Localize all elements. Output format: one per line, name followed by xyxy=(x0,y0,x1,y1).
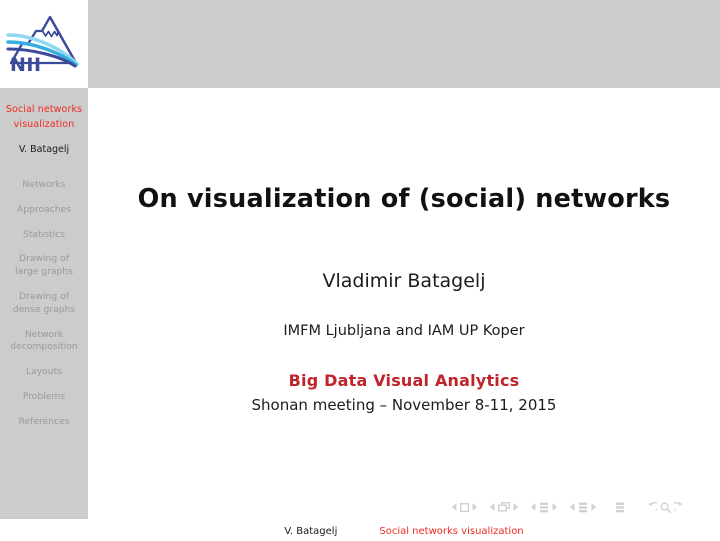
sidebar-navigation: Networks Approaches Statistics Drawing o… xyxy=(0,179,88,429)
beamer-slide: NII Social networks visualization V. Bat… xyxy=(0,0,720,541)
sidebar-item-label: Network xyxy=(24,328,64,340)
sidebar-item-label: Drawing of xyxy=(19,290,69,302)
sidebar-author: V. Batagelj xyxy=(18,144,70,155)
document-navigation[interactable] xyxy=(646,501,685,513)
presenter-name: Vladimir Batagelj xyxy=(322,270,486,292)
sidebar-item-drawing-of-large-graphs[interactable]: Drawing of large graphs xyxy=(0,253,88,279)
sidebar-item-label: Layouts xyxy=(25,366,63,378)
sidebar-item-label: References xyxy=(18,415,70,427)
left-triangle-icon[interactable] xyxy=(452,503,457,511)
right-triangle-icon[interactable] xyxy=(552,503,557,511)
event-subtitle: Shonan meeting – November 8-11, 2015 xyxy=(251,396,557,414)
sidebar-item-label: decomposition xyxy=(10,341,78,353)
beamer-navigation-bar xyxy=(452,500,685,514)
sidebar-title-line: visualization xyxy=(13,118,75,130)
svg-text:NII: NII xyxy=(10,54,42,76)
nii-logo-icon: NII xyxy=(6,15,79,76)
nii-logo: NII xyxy=(0,0,88,88)
presenter-affiliation: IMFM Ljubljana and IAM UP Koper xyxy=(283,323,525,339)
sidebar-item-label: Problems xyxy=(22,390,66,402)
footer-author: V. Batagelj xyxy=(284,525,338,537)
sidebar-title-line: networks xyxy=(37,104,83,115)
sidebar-item-network-decomposition[interactable]: Network decomposition xyxy=(0,329,88,355)
redo-arrow-icon[interactable] xyxy=(674,501,685,513)
search-icon[interactable] xyxy=(660,502,671,513)
subsection-navigation[interactable] xyxy=(531,502,557,513)
right-triangle-icon[interactable] xyxy=(513,503,518,511)
sidebar-item-label: Approaches xyxy=(16,203,72,215)
left-triangle-icon[interactable] xyxy=(570,503,575,511)
left-triangle-icon[interactable] xyxy=(531,503,536,511)
frames-icon[interactable] xyxy=(498,502,510,512)
sidebar-item-label: Networks xyxy=(22,179,66,190)
sidebar-item-approaches[interactable]: Approaches xyxy=(0,204,88,217)
page-title: On visualization of (social) networks xyxy=(137,184,671,214)
sidebar-item-label: Statistics xyxy=(23,228,65,240)
frame-navigation[interactable] xyxy=(490,502,518,512)
event-title: Big Data Visual Analytics xyxy=(288,371,520,390)
section-icon[interactable] xyxy=(578,502,588,513)
sidebar-item-layouts[interactable]: Layouts xyxy=(0,366,88,379)
right-triangle-icon[interactable] xyxy=(472,503,477,511)
section-navigation[interactable] xyxy=(570,502,596,513)
slide-content: On visualization of (social) networks Vl… xyxy=(88,88,720,541)
footer: V. Batagelj Social networks visualizatio… xyxy=(88,521,720,541)
sidebar-item-drawing-of-dense-graphs[interactable]: Drawing of dense graphs xyxy=(0,291,88,317)
footer-title: Social networks visualization xyxy=(379,525,524,537)
square-icon[interactable] xyxy=(460,502,469,512)
sidebar-item-statistics[interactable]: Statistics xyxy=(0,229,88,242)
sidebar-title-line: Social xyxy=(5,104,35,115)
undo-arrow-icon[interactable] xyxy=(646,501,657,513)
presentation-navigation[interactable] xyxy=(615,502,625,513)
sidebar-presentation-title: Social networks visualization xyxy=(0,103,88,132)
sidebar-item-label: large graphs xyxy=(15,266,73,278)
sidebar: Social networks visualization V. Batagel… xyxy=(0,88,88,519)
sidebar-item-problems[interactable]: Problems xyxy=(0,391,88,404)
left-triangle-icon[interactable] xyxy=(490,503,495,511)
subsection-icon[interactable] xyxy=(539,502,549,513)
slide-navigation[interactable] xyxy=(452,502,477,512)
sidebar-item-networks[interactable]: Networks xyxy=(0,179,88,192)
sidebar-item-label: Drawing of xyxy=(19,253,69,265)
header-band xyxy=(88,0,720,88)
sidebar-item-label: dense graphs xyxy=(12,303,76,315)
right-triangle-icon[interactable] xyxy=(591,503,596,511)
sidebar-item-references[interactable]: References xyxy=(0,416,88,429)
